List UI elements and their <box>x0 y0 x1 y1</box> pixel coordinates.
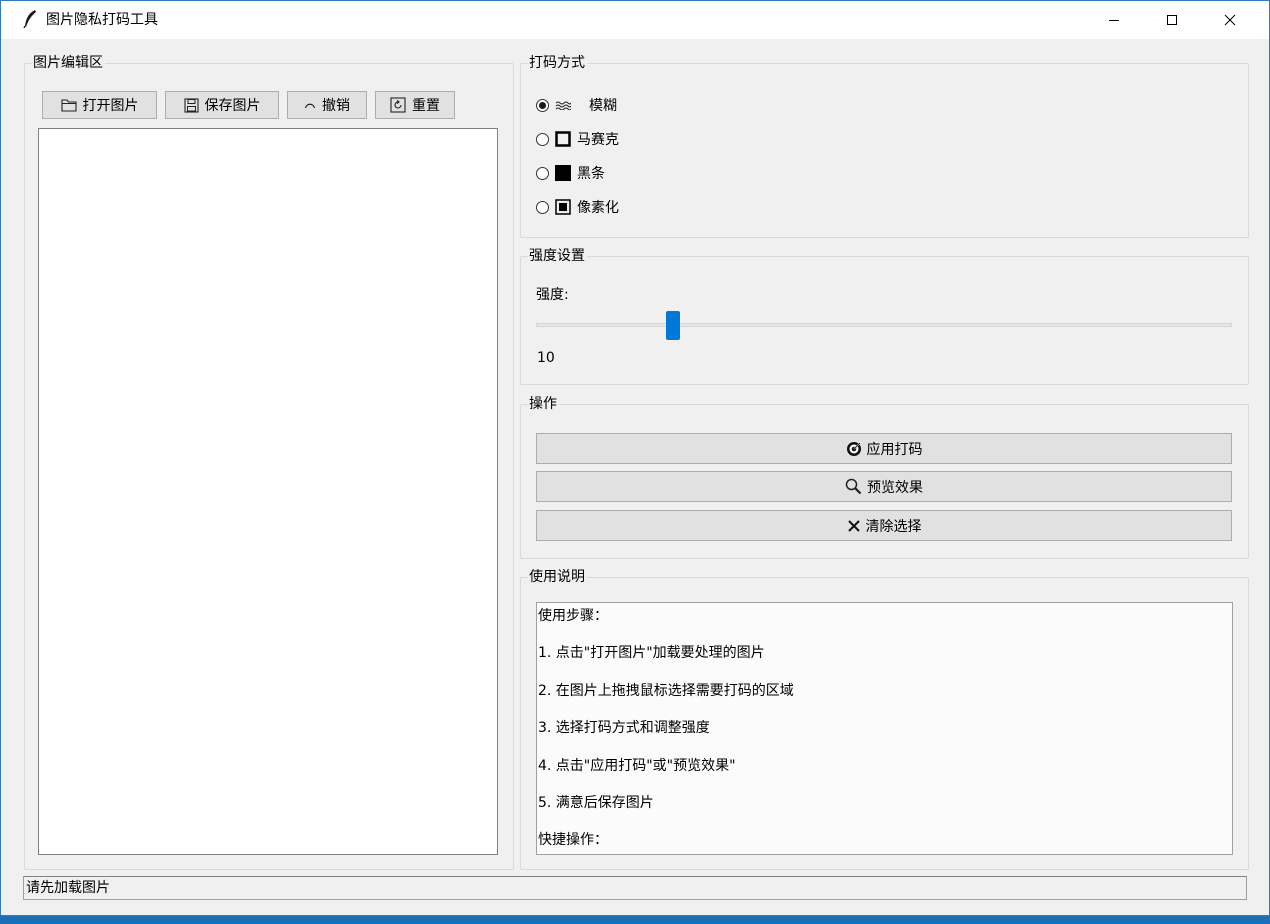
mosaic-mode-group <box>520 63 1249 238</box>
blur-wave-icon <box>555 100 572 111</box>
target-icon <box>846 440 862 457</box>
maximize-icon <box>1167 15 1177 25</box>
help-line: 4. 点击"应用打码"或"预览效果" <box>538 758 736 774</box>
reset-icon <box>390 97 406 113</box>
open-image-label: 打开图片 <box>82 98 139 114</box>
mosaic-mode-group-title: 打码方式 <box>528 55 587 71</box>
image-canvas[interactable] <box>38 128 498 855</box>
reset-button[interactable]: 重置 <box>375 91 455 119</box>
help-group-title: 使用说明 <box>528 569 587 585</box>
undo-label: 撤销 <box>322 98 350 114</box>
radio-black-bar[interactable]: 黑条 <box>536 163 605 183</box>
square-outline-icon <box>555 131 571 147</box>
radio-indicator[interactable] <box>536 132 549 146</box>
apply-mosaic-label: 应用打码 <box>866 441 923 458</box>
close-x-icon <box>847 519 861 533</box>
minimize-icon <box>1109 20 1119 21</box>
preview-label: 预览效果 <box>867 479 923 496</box>
radio-mosaic[interactable]: 马赛克 <box>536 129 619 149</box>
radio-pixelate-label: 像素化 <box>577 200 619 216</box>
app-window: 图片隐私打码工具 图片编辑区 打开图片 保存图片 撤销 重置 打码方式 模糊 马… <box>0 0 1270 916</box>
strength-label: 强度: <box>536 287 569 303</box>
square-in-square-icon <box>555 199 571 215</box>
undo-button[interactable]: 撤销 <box>287 91 367 119</box>
open-image-button[interactable]: 打开图片 <box>42 91 157 119</box>
maximize-button[interactable] <box>1143 1 1201 39</box>
help-line: 2. 在图片上拖拽鼠标选择需要打码的区域 <box>538 683 794 699</box>
preview-button[interactable]: 预览效果 <box>536 471 1232 502</box>
radio-indicator[interactable] <box>536 200 549 214</box>
status-text: 请先加载图片 <box>26 880 110 896</box>
black-square-icon <box>555 165 571 181</box>
clear-selection-label: 清除选择 <box>865 518 922 535</box>
radio-blur-label: 模糊 <box>589 98 617 114</box>
close-button[interactable] <box>1201 1 1259 39</box>
radio-mosaic-label: 马赛克 <box>577 132 619 148</box>
minimize-button[interactable] <box>1085 1 1143 39</box>
strength-slider-thumb[interactable] <box>665 311 680 340</box>
save-image-button[interactable]: 保存图片 <box>165 91 279 119</box>
clear-selection-button[interactable]: 清除选择 <box>536 510 1232 541</box>
strength-slider-track[interactable] <box>536 323 1232 327</box>
help-line: 快捷操作： <box>538 832 608 848</box>
editor-group-title: 图片编辑区 <box>32 55 105 71</box>
radio-pixelate[interactable]: 像素化 <box>536 197 619 217</box>
save-image-label: 保存图片 <box>204 98 261 114</box>
help-line: 3. 选择打码方式和调整强度 <box>538 720 710 736</box>
undo-arc-icon <box>304 100 316 110</box>
folder-icon <box>60 98 77 112</box>
strength-group-title: 强度设置 <box>528 248 587 264</box>
apply-mosaic-button[interactable]: 应用打码 <box>536 433 1232 464</box>
help-line: 5. 满意后保存图片 <box>538 795 654 811</box>
close-icon <box>1224 14 1236 26</box>
radio-black-bar-label: 黑条 <box>577 166 605 182</box>
radio-indicator[interactable] <box>536 166 549 180</box>
reset-label: 重置 <box>412 98 440 114</box>
status-bar: 请先加载图片 <box>23 876 1247 900</box>
floppy-disk-icon <box>183 97 199 113</box>
actions-group-title: 操作 <box>528 396 559 412</box>
help-line: 使用步骤： <box>538 608 608 624</box>
title-bar[interactable]: 图片隐私打码工具 <box>1 1 1269 39</box>
help-text-area[interactable]: 使用步骤： 1. 点击"打开图片"加载要处理的图片 2. 在图片上拖拽鼠标选择需… <box>536 602 1233 855</box>
radio-indicator[interactable] <box>536 98 549 112</box>
feather-icon <box>21 9 39 29</box>
help-line: 1. 点击"打开图片"加载要处理的图片 <box>538 645 765 661</box>
strength-group <box>520 256 1249 385</box>
strength-value: 10 <box>537 350 555 366</box>
radio-blur[interactable]: 模糊 <box>536 95 617 115</box>
window-title: 图片隐私打码工具 <box>46 12 158 28</box>
search-icon <box>845 478 862 495</box>
